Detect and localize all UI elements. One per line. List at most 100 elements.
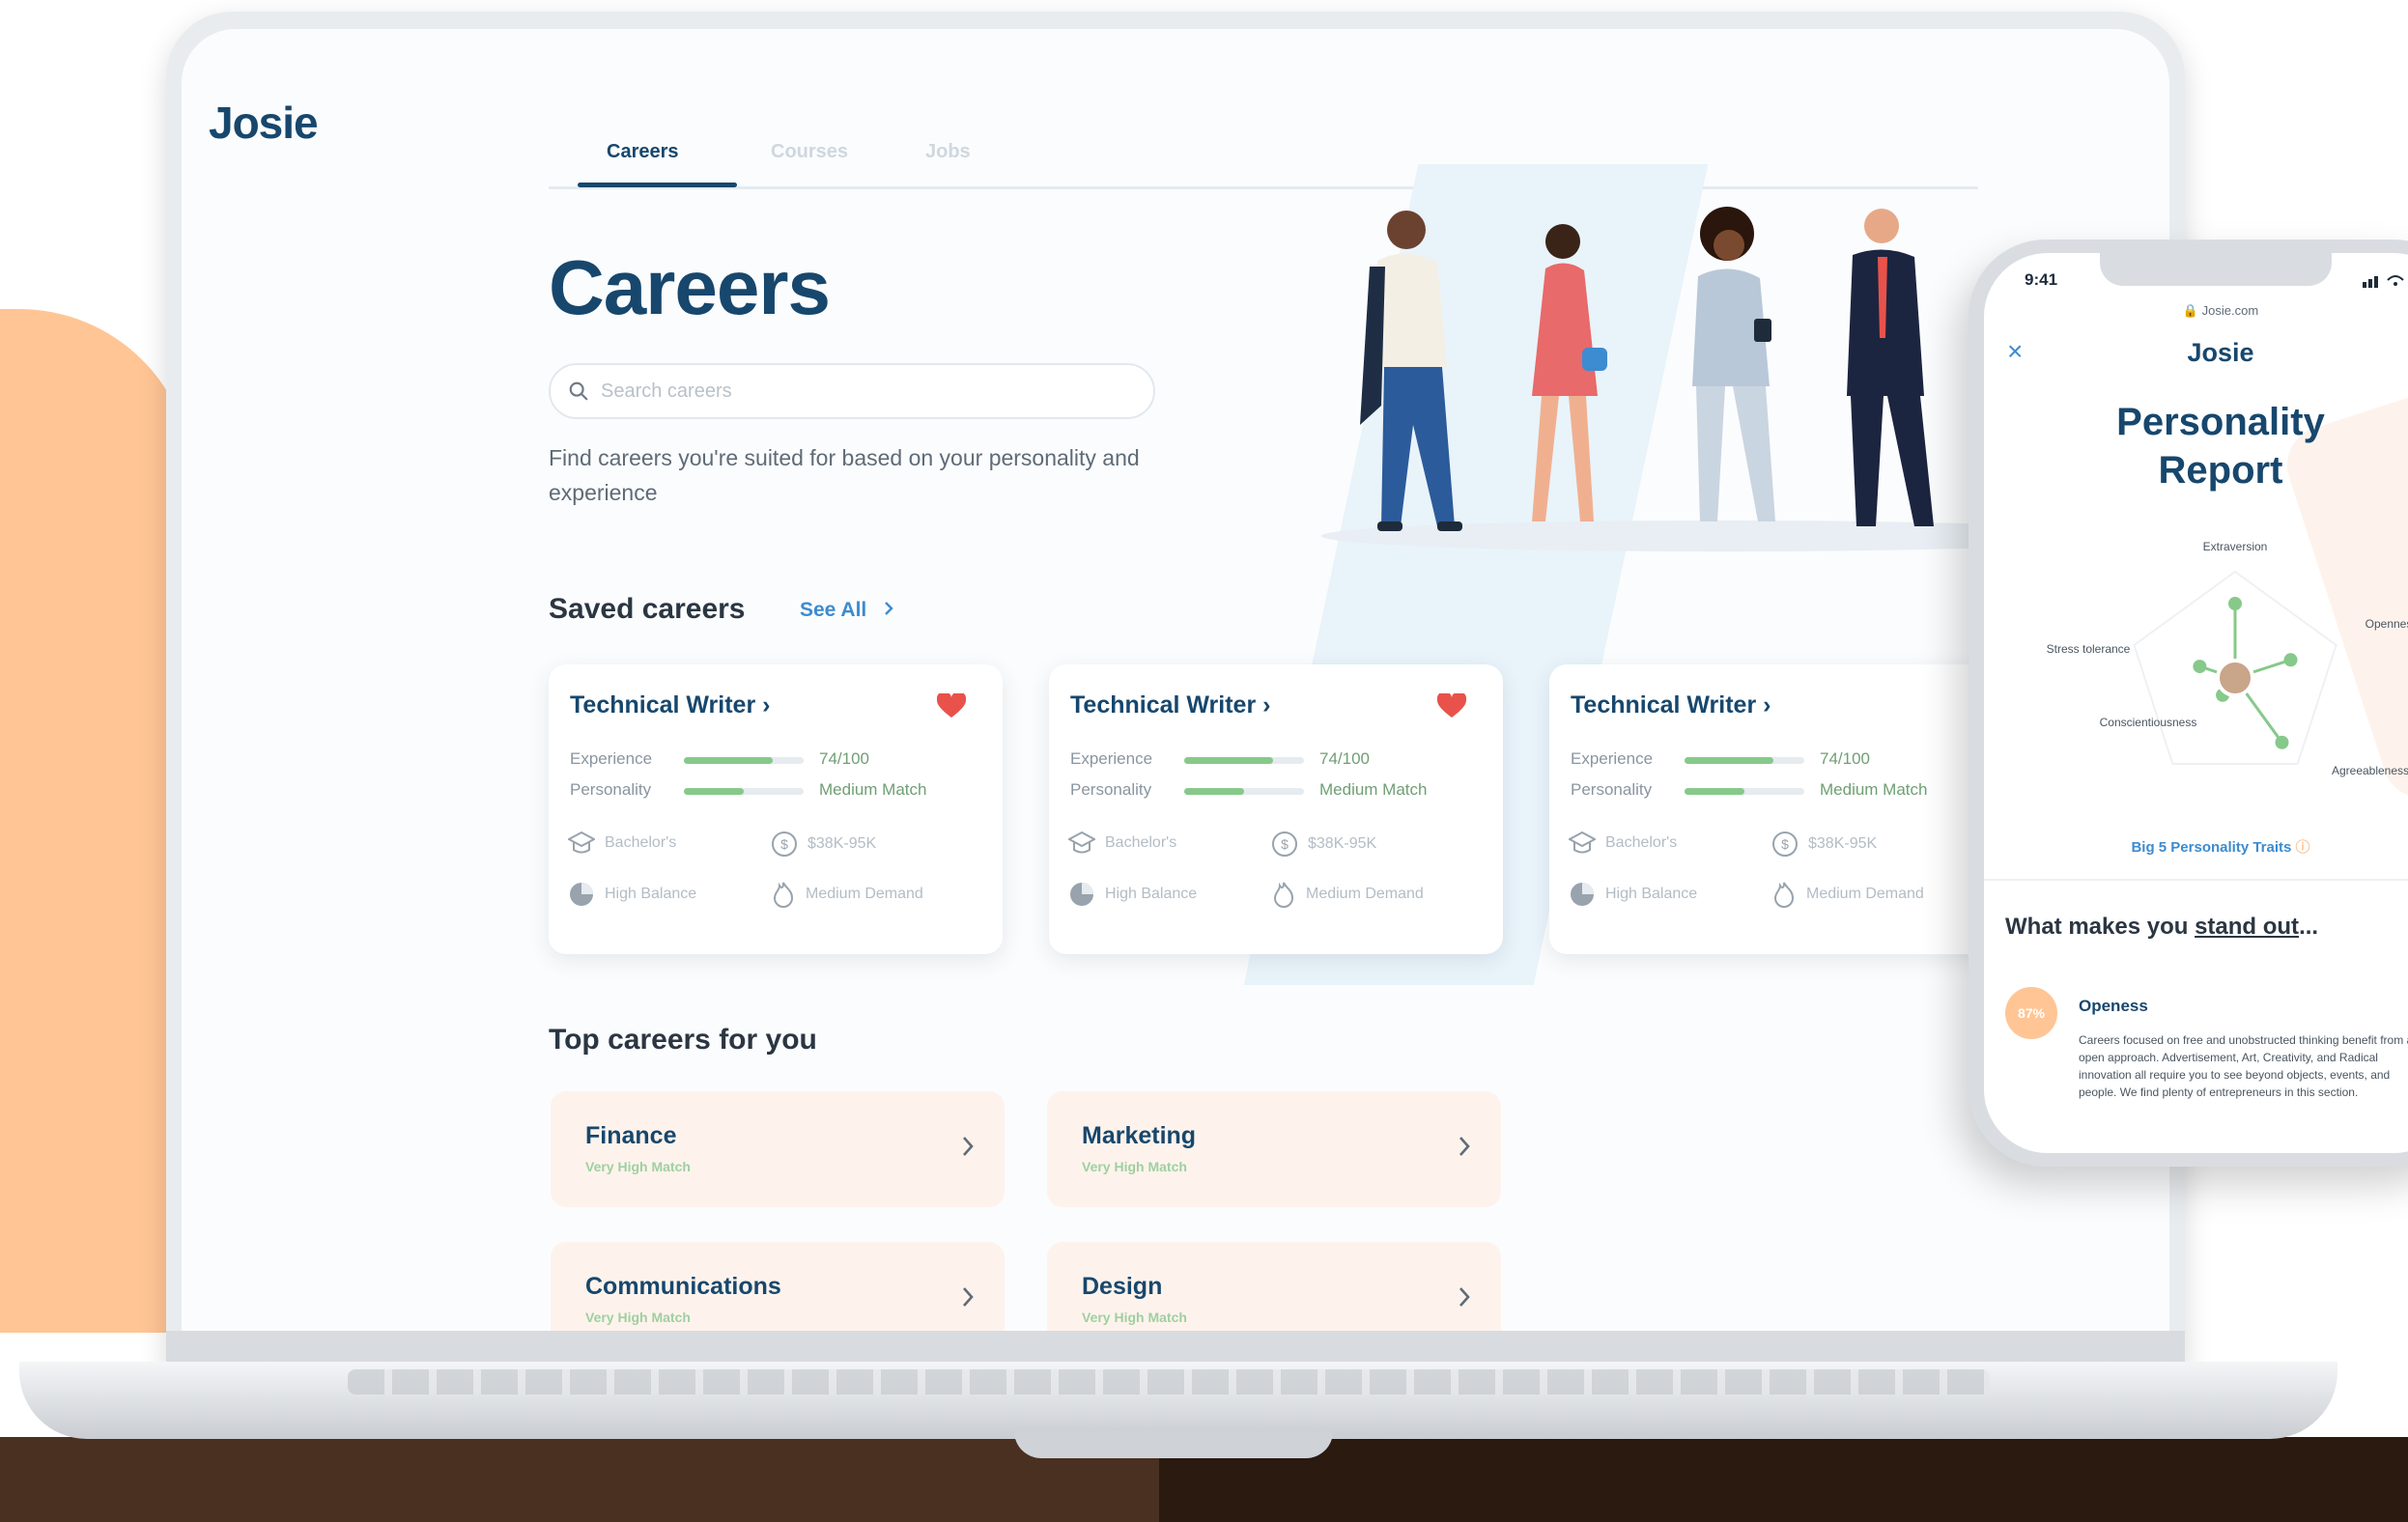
search-box[interactable] [549,363,1155,419]
see-all-link[interactable]: See All [800,599,895,622]
match-level: Very High Match [585,1159,691,1174]
top-career-card[interactable]: Communications Very High Match [551,1242,1005,1331]
chevron-right-icon [885,602,893,615]
tab-courses[interactable]: Courses [771,141,848,163]
education-text: Bachelor's [1605,834,1678,851]
flame-icon [1273,882,1294,908]
saved-career-card[interactable]: Technical Writer › Experience 74/100 Per… [1049,664,1503,954]
tab-jobs[interactable]: Jobs [925,141,971,163]
personality-value: Medium Match [1820,780,1928,799]
flame-icon [1773,882,1795,908]
chevron-right-icon: › [1763,691,1771,719]
trait-score-badge: 87% [2005,987,2057,1039]
personality-bar [1685,788,1804,795]
demand-text: Medium Demand [806,886,923,902]
big5-link[interactable]: Big 5 Personality Traits ⓘ [1984,836,2408,857]
experience-value: 74/100 [1820,749,1870,768]
top-nav: Careers Courses Jobs [549,114,1978,189]
personality-radar-chart: Extraversion Openness Agreeableness Conscie… [2047,540,2408,777]
balance-text: High Balance [1105,886,1198,902]
person-2-illustration [1532,224,1607,521]
top-career-title: Marketing [1082,1122,1197,1149]
top-career-title: Finance [585,1122,677,1149]
demand-meta: Medium Demand [771,881,923,908]
radar-point [2193,660,2207,674]
experience-value: 74/100 [1319,749,1370,768]
search-input[interactable] [601,380,1122,403]
search-icon [569,381,588,401]
salary-text: $38K-95K [807,835,877,852]
radar-label: Openness [2366,617,2408,631]
personality-label: Personality [1070,780,1152,799]
saved-career-card[interactable]: Technical Writer › Experience 74/100 Per… [1549,664,2003,954]
salary-text: $38K-95K [1308,835,1377,852]
salary-meta: $ $38K-95K [1271,831,1376,858]
experience-bar [1184,757,1304,764]
saved-career-card[interactable]: Technical Writer › Experience 74/100 Per… [549,664,1003,954]
svg-text:$: $ [1281,836,1289,852]
personality-value: Medium Match [1319,780,1428,799]
radar-label: Agreeableness [2332,764,2408,777]
demand-text: Medium Demand [1306,886,1424,902]
top-career-card[interactable]: Marketing Very High Match [1047,1091,1501,1207]
radar-point [2275,735,2289,749]
divider [1984,879,2408,881]
personality-label: Personality [1571,780,1653,799]
url-bar[interactable]: 🔒 Josie.com [1984,303,2408,319]
balance-meta: High Balance [1569,881,1697,908]
laptop-screen: Josie Careers Courses Jobs Careers Find … [182,29,2169,1331]
svg-text:$: $ [1781,836,1789,852]
career-title[interactable]: Technical Writer › [1070,691,1270,719]
status-time: 9:41 [2025,270,2058,289]
flame-icon [773,882,794,908]
url-text: Josie.com [2201,303,2259,318]
education-text: Bachelor's [1105,834,1177,851]
top-career-card[interactable]: Design Very High Match [1047,1242,1501,1331]
demand-meta: Medium Demand [1771,881,1924,908]
personality-bar [1184,788,1304,795]
phone-logo: Josie [2187,338,2254,367]
floor-highlight [0,1437,1159,1522]
phone-notch [2100,253,2332,286]
chevron-right-icon: › [1262,691,1271,719]
page-title: Careers [549,244,831,330]
graduation-cap-icon [1068,831,1095,854]
top-career-card[interactable]: Finance Very High Match [551,1091,1005,1207]
person-4-illustration [1847,209,1934,526]
match-level: Very High Match [585,1310,691,1325]
demand-text: Medium Demand [1806,886,1924,902]
experience-label: Experience [1571,749,1654,768]
chevron-right-icon [963,1287,974,1307]
match-level: Very High Match [1082,1310,1187,1325]
person-3-illustration [1692,207,1775,521]
standout-heading: What makes you stand out... [2005,914,2319,940]
info-icon: ⓘ [2295,839,2310,856]
app-logo[interactable]: Josie [209,97,319,149]
chevron-right-icon [1459,1137,1470,1156]
education-meta: Bachelor's [1569,831,1677,856]
career-title[interactable]: Technical Writer › [570,691,770,719]
balance-icon [1571,883,1594,906]
salary-meta: $ $38K-95K [771,831,876,858]
heart-icon[interactable] [937,693,966,719]
radar-label: Conscientiousness [2100,716,2197,729]
top-careers-title: Top careers for you [549,1024,817,1056]
lock-icon: 🔒 [2182,303,2199,318]
balance-text: High Balance [1605,886,1698,902]
education-meta: Bachelor's [1068,831,1176,856]
tab-careers[interactable]: Careers [607,141,679,163]
saved-careers-title: Saved careers [549,593,746,625]
status-icons [2363,275,2404,288]
standout-link[interactable]: stand out [2195,914,2299,940]
chevron-right-icon [963,1137,974,1156]
heart-icon[interactable] [1437,693,1466,719]
top-career-title: Design [1082,1273,1163,1300]
education-text: Bachelor's [605,834,677,851]
balance-text: High Balance [605,886,697,902]
top-career-title: Communications [585,1273,781,1300]
career-title[interactable]: Technical Writer › [1571,691,1771,719]
balance-icon [1070,883,1093,906]
balance-meta: High Balance [1068,881,1197,908]
svg-text:$: $ [780,836,788,852]
balance-meta: High Balance [568,881,696,908]
